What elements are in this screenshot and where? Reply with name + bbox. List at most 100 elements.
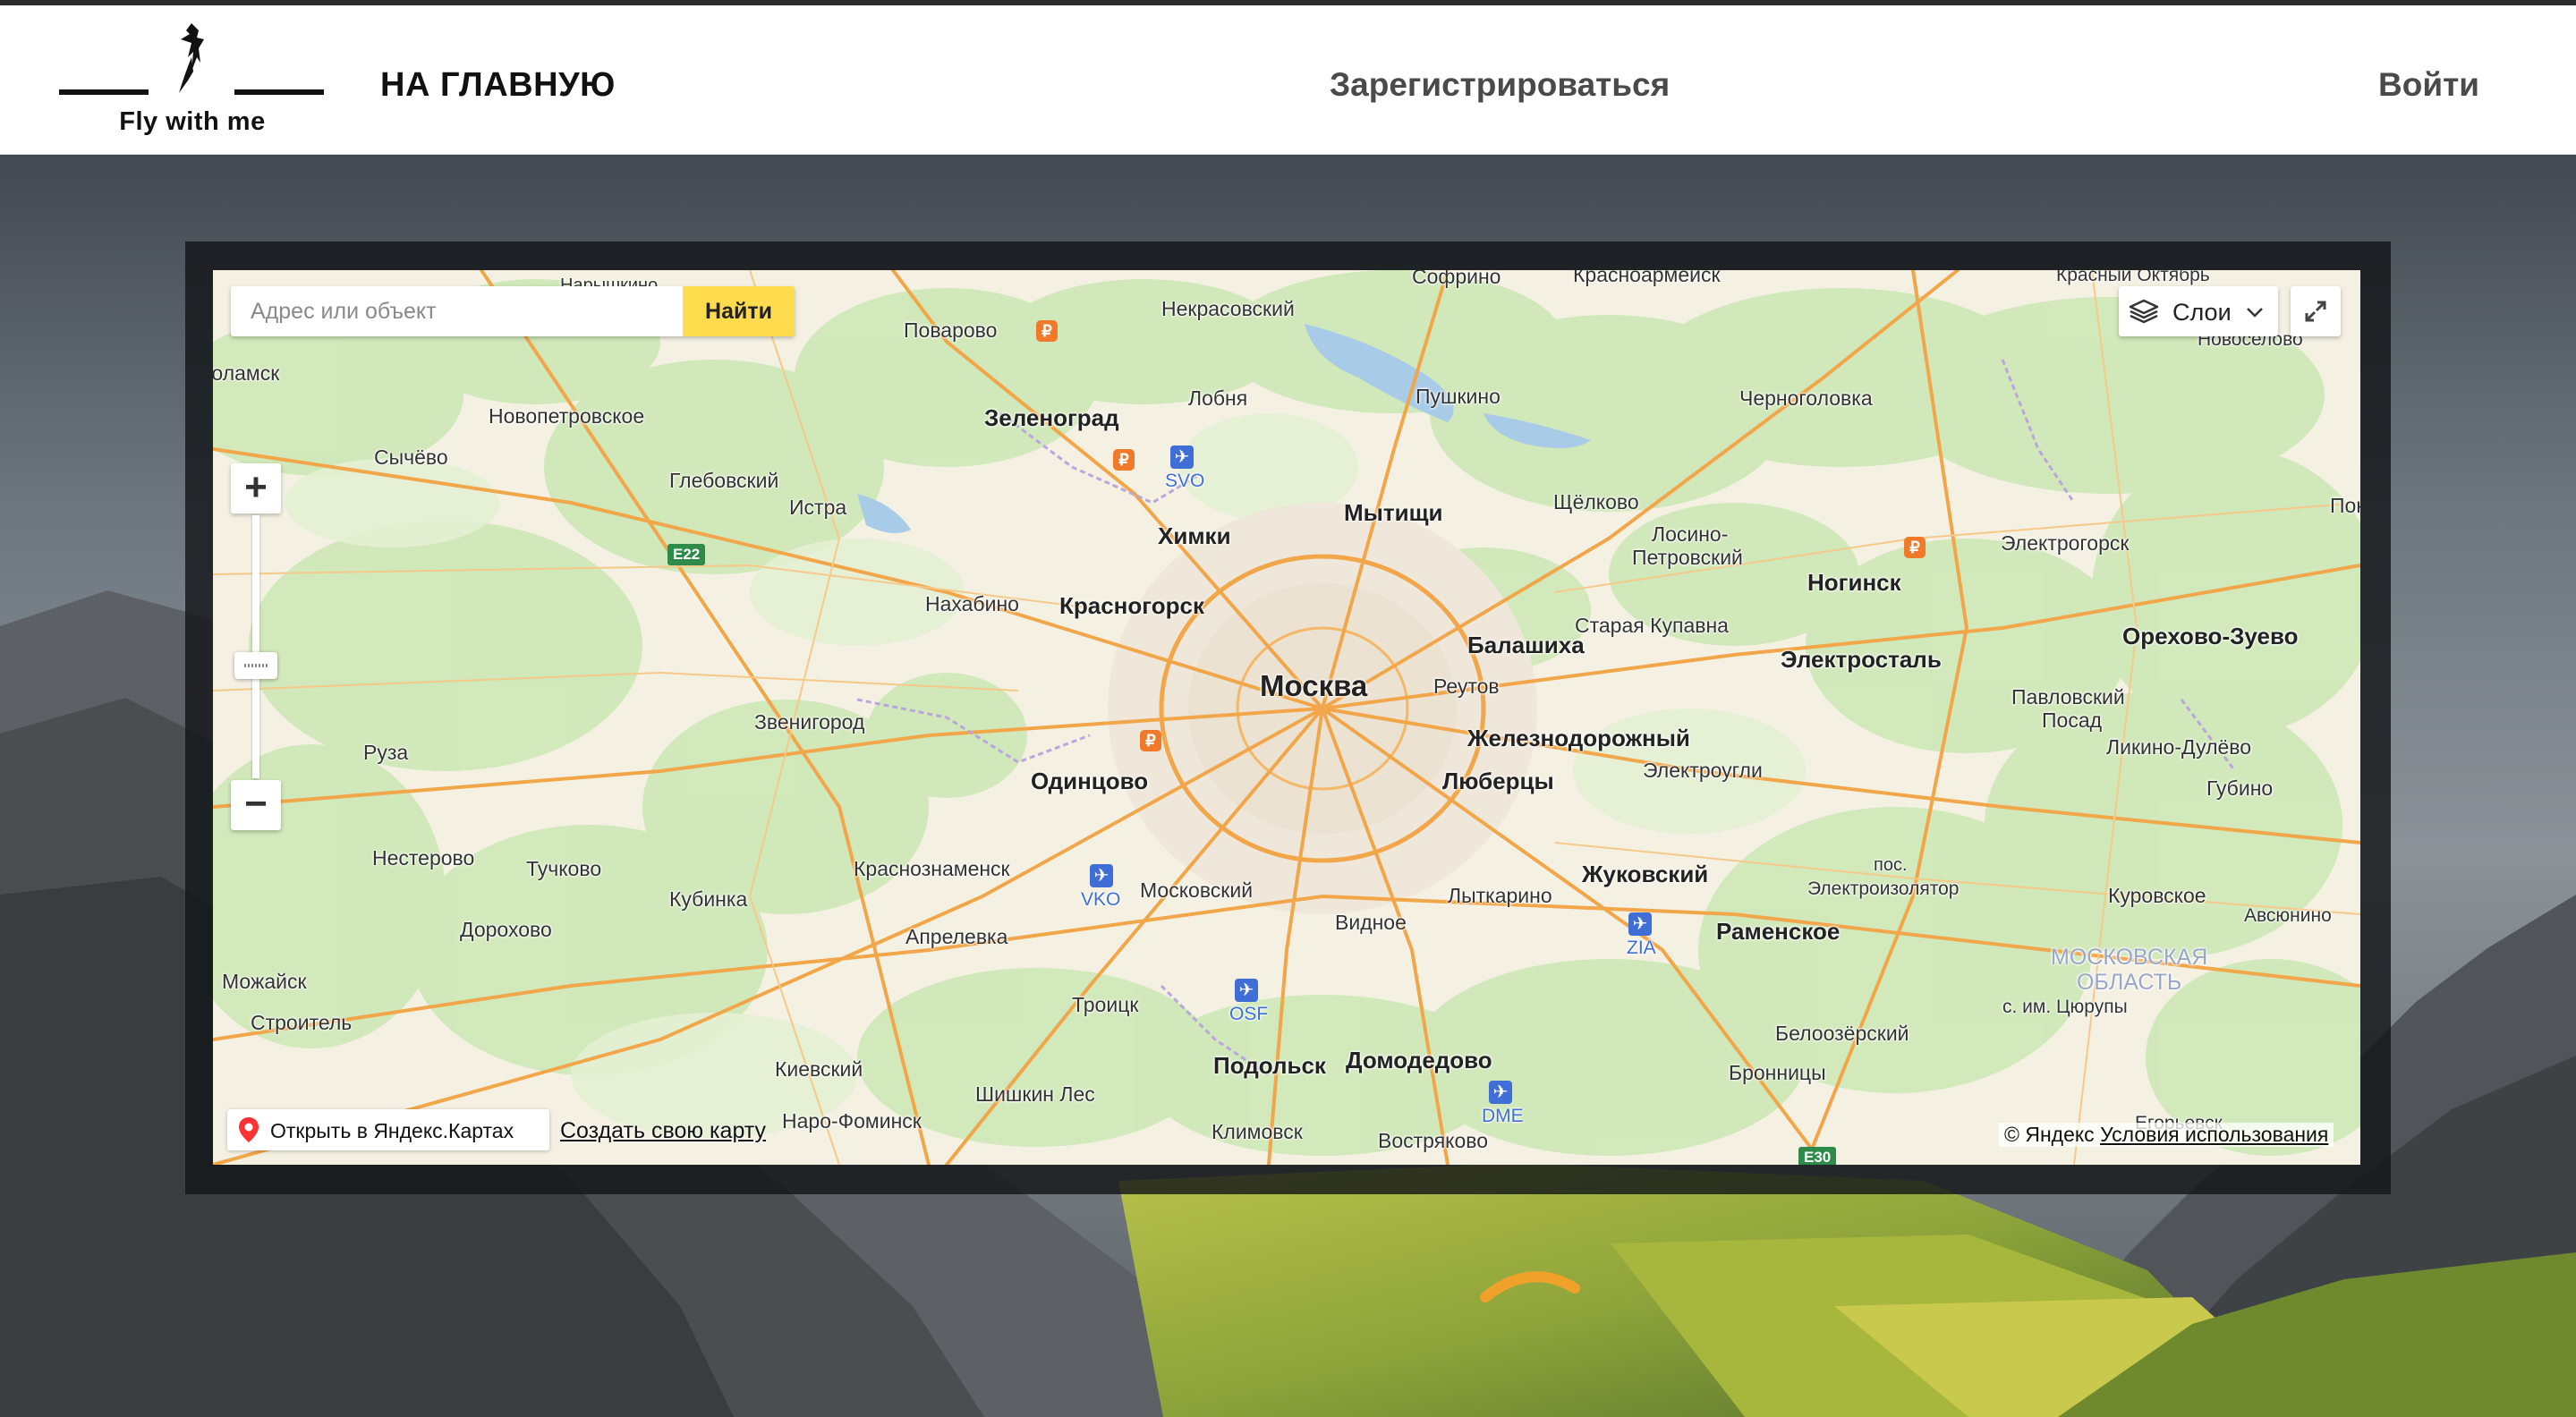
plane-icon[interactable]: ✈ (1489, 1081, 1512, 1104)
layers-button[interactable]: Слои (2119, 286, 2278, 336)
map-town-label: Киевский (775, 1057, 863, 1081)
map-town-label: Шишкин Лес (975, 1082, 1095, 1106)
map-town-label: Поварово (904, 318, 998, 342)
map-town-label: Ликино-Дулёво (2106, 735, 2252, 759)
map-city-label: Раменское (1716, 918, 1841, 945)
zoom-slider-thumb[interactable] (234, 652, 277, 679)
ruble-icon[interactable]: ₽ (1140, 730, 1161, 751)
map-town-label: Востряково (1378, 1129, 1489, 1152)
create-map-link[interactable]: Создать свою карту (560, 1118, 766, 1144)
open-in-yandex-maps[interactable]: Открыть в Яндекс.Картах (227, 1109, 549, 1150)
map-town-label: Волоколамск (213, 361, 280, 385)
chevron-down-icon (2247, 308, 2263, 318)
road-badge: E22 (667, 544, 706, 565)
airport-label: OSF (1229, 1004, 1269, 1024)
ruble-icon[interactable]: ₽ (1113, 449, 1135, 471)
map-city-label: Домодедово (1346, 1047, 1492, 1073)
plane-icon[interactable]: ✈ (1170, 445, 1194, 469)
yandex-map[interactable]: Нарышкино Софрино Красноармейск Красный … (213, 270, 2360, 1165)
logo-line-left (59, 89, 149, 95)
fullscreen-icon (2305, 301, 2326, 322)
terms-link[interactable]: Условия использования (2100, 1123, 2328, 1146)
map-town-label: Климовск (1211, 1120, 1303, 1143)
map-search-button[interactable]: Найти (683, 286, 795, 336)
map-town-label: Глебовский (669, 469, 779, 492)
layers-icon (2129, 299, 2159, 324)
logo[interactable]: Fly with me (55, 21, 329, 147)
map-city-label: Одинцово (1031, 768, 1149, 794)
zoom-in-button[interactable]: + (231, 463, 281, 513)
map-town-label: Электрогорск (2001, 531, 2130, 555)
nav-login-link[interactable]: Войти (2378, 66, 2479, 104)
map-town-label: Петровский (1632, 546, 1743, 569)
bird-logo-icon (179, 23, 204, 93)
plane-icon[interactable]: ✈ (1235, 979, 1258, 1002)
map-city-label: Красногорск (1059, 592, 1204, 619)
map-town-label: Истра (789, 496, 847, 519)
map-city-label: Мытищи (1344, 499, 1443, 526)
map-city-label: Люберцы (1442, 768, 1554, 794)
road-badge: E30 (1798, 1147, 1837, 1165)
airport-label: VKO (1081, 889, 1121, 910)
map-town-label: Пушкино (1416, 385, 1501, 408)
map-city-label: Орехово-Зуево (2122, 623, 2299, 649)
zoom-slider-track[interactable] (252, 515, 259, 778)
map-city-label: Электросталь (1781, 646, 1942, 673)
map-search-input[interactable] (231, 286, 683, 336)
airport-label: ZIA (1627, 938, 1656, 958)
map-town-label: Апрелевка (905, 925, 1008, 948)
map-town-label: Посад (2042, 708, 2103, 732)
ruble-icon[interactable]: ₽ (1036, 320, 1058, 342)
nav-home-link[interactable]: НА ГЛАВНУЮ (380, 66, 616, 105)
map-town-label: Красноармейск (1573, 270, 1721, 286)
map-town-label: Белоозёрский (1775, 1022, 1909, 1045)
map-town-label: Лосино- (1652, 522, 1729, 546)
map-town-label: Нестерово (372, 846, 475, 870)
map-town-label: Софрино (1412, 270, 1501, 288)
map-town-label: Можайск (222, 970, 307, 993)
map-town-label: Павловский (2011, 685, 2125, 708)
map-town-label: Московский (1140, 878, 1254, 902)
map-town-label: Куровское (2108, 884, 2206, 907)
map-town-label: Электроизолятор (1807, 878, 1960, 899)
map-town-label: Щёлково (1553, 490, 1639, 513)
airport-label: DME (1482, 1106, 1524, 1126)
map-city-label: Балашиха (1467, 632, 1585, 658)
map-town-label: Кубинка (669, 887, 748, 911)
layers-label: Слои (2172, 299, 2232, 326)
nav-register-link[interactable]: Зарегистрироваться (1330, 66, 1670, 104)
map-city-label: Железнодорожный (1467, 725, 1690, 751)
map-city-label: Химки (1158, 522, 1231, 549)
map-town-label: Руза (363, 741, 409, 764)
map-region-label: МОСКОВСКАЯ ОБЛАСТЬ (2051, 945, 2208, 995)
map-search: Найти (231, 286, 795, 336)
map-town-label: Звенигород (754, 710, 865, 734)
map-city-label: Зеленоград (984, 404, 1119, 431)
map-town-label: Дорохово (460, 918, 552, 941)
map-town-label: Покров (2330, 494, 2360, 517)
map-town-label: Некрасовский (1161, 297, 1295, 320)
map-town-label: Лобня (1188, 386, 1248, 410)
zoom-out-button[interactable]: − (231, 780, 281, 830)
map-town-label: Лыткарино (1448, 884, 1552, 907)
map-town-label: Новопетровское (489, 404, 645, 428)
ruble-icon[interactable]: ₽ (1904, 537, 1926, 558)
map-capital-label: Москва (1260, 669, 1368, 702)
map-town-label: Бронницы (1729, 1061, 1826, 1084)
map-town-label: Сычёво (374, 445, 448, 469)
map-town-label: Троицк (1072, 993, 1139, 1016)
fullscreen-button[interactable] (2291, 286, 2341, 336)
map-town-label: пос. (1874, 855, 1908, 875)
plane-icon[interactable]: ✈ (1090, 864, 1113, 887)
airport-label: SVO (1165, 471, 1205, 491)
map-town-label: Тучково (526, 857, 602, 880)
map-town-label: Наро-Фоминск (782, 1109, 922, 1133)
map-town-label: Губино (2206, 776, 2274, 800)
map-copyright: © Яндекс Условия использования (1999, 1123, 2334, 1147)
copyright-text: © Яндекс (2004, 1123, 2095, 1146)
map-town-label: Авсюнино (2244, 905, 2332, 926)
plane-icon[interactable]: ✈ (1628, 912, 1652, 936)
logo-line-right (234, 89, 324, 95)
map-city-label: Ногинск (1807, 569, 1901, 596)
map-town-label: с. им. Цюрупы (2002, 997, 2128, 1017)
